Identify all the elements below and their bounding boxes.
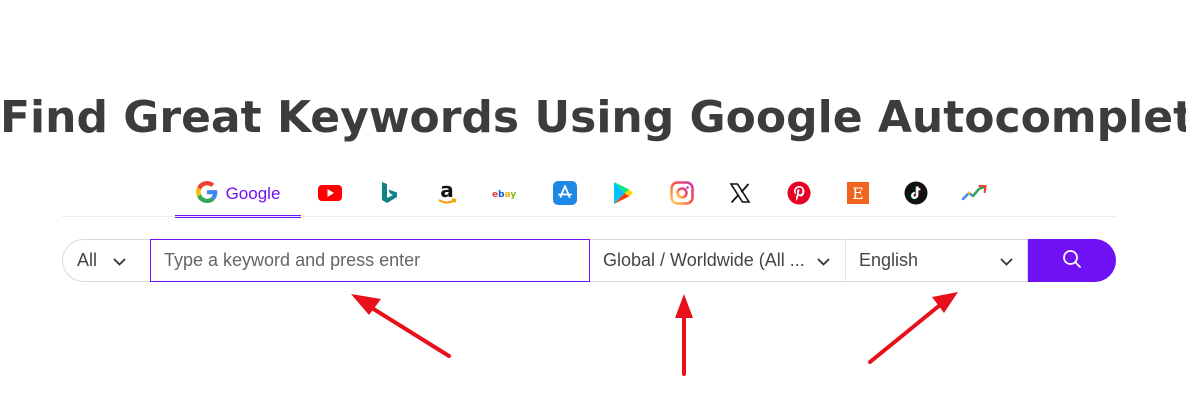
svg-text:E: E: [852, 184, 864, 203]
tab-ebay[interactable]: ebay: [477, 173, 536, 217]
platform-tabs: Google a ebay E: [175, 172, 1004, 218]
tab-google[interactable]: Google: [175, 173, 301, 218]
svg-text:a: a: [441, 181, 455, 202]
tab-x[interactable]: [711, 173, 770, 217]
red-arrow-language: [868, 292, 958, 364]
bing-icon: [379, 181, 399, 209]
tiktok-icon: [904, 181, 928, 209]
tab-google-label: Google: [225, 183, 281, 203]
tab-amazon[interactable]: a: [418, 173, 477, 217]
tab-tiktok[interactable]: [887, 173, 946, 217]
pinterest-icon: [787, 181, 811, 209]
x-icon: [729, 182, 751, 208]
search-icon: [1062, 249, 1082, 273]
scope-select[interactable]: All: [62, 239, 150, 282]
tab-app-store[interactable]: [535, 173, 594, 217]
youtube-icon: [318, 184, 343, 206]
search-bar: All Global / Worldwide (All ... English: [62, 239, 1116, 282]
google-icon: [195, 180, 218, 207]
country-select[interactable]: Global / Worldwide (All ...: [590, 239, 846, 282]
tab-instagram[interactable]: [653, 173, 712, 217]
scope-select-value: All: [77, 250, 98, 270]
search-button[interactable]: [1028, 239, 1116, 282]
chevron-down-icon: [1000, 250, 1013, 271]
tab-trends[interactable]: [946, 173, 1005, 217]
tab-bing[interactable]: [360, 173, 419, 217]
svg-text:ebay: ebay: [492, 190, 516, 200]
ebay-icon: ebay: [492, 186, 520, 205]
country-select-value: Global / Worldwide (All ...: [603, 250, 805, 270]
red-arrow-keyword: [351, 294, 451, 358]
instagram-icon: [670, 181, 694, 209]
tab-pinterest[interactable]: [770, 173, 829, 217]
keyword-input-wrapper: [150, 239, 590, 282]
chevron-down-icon: [113, 250, 126, 271]
red-arrow-country: [675, 294, 693, 376]
chevron-down-icon: [817, 250, 830, 271]
tabs-divider: [62, 216, 1116, 217]
google-play-icon: [612, 181, 634, 209]
page-title: Find Great Keywords Using Google Autocom…: [0, 92, 1186, 143]
amazon-icon: a: [436, 178, 458, 209]
tab-etsy[interactable]: E: [828, 173, 887, 217]
trends-icon: [961, 184, 988, 206]
tab-google-play[interactable]: [594, 173, 653, 217]
language-select-value: English: [859, 250, 919, 270]
etsy-icon: E: [846, 182, 869, 208]
keyword-input[interactable]: [151, 240, 589, 281]
language-select[interactable]: English: [846, 239, 1028, 282]
tab-youtube[interactable]: [301, 173, 360, 217]
app-store-icon: [552, 181, 577, 209]
